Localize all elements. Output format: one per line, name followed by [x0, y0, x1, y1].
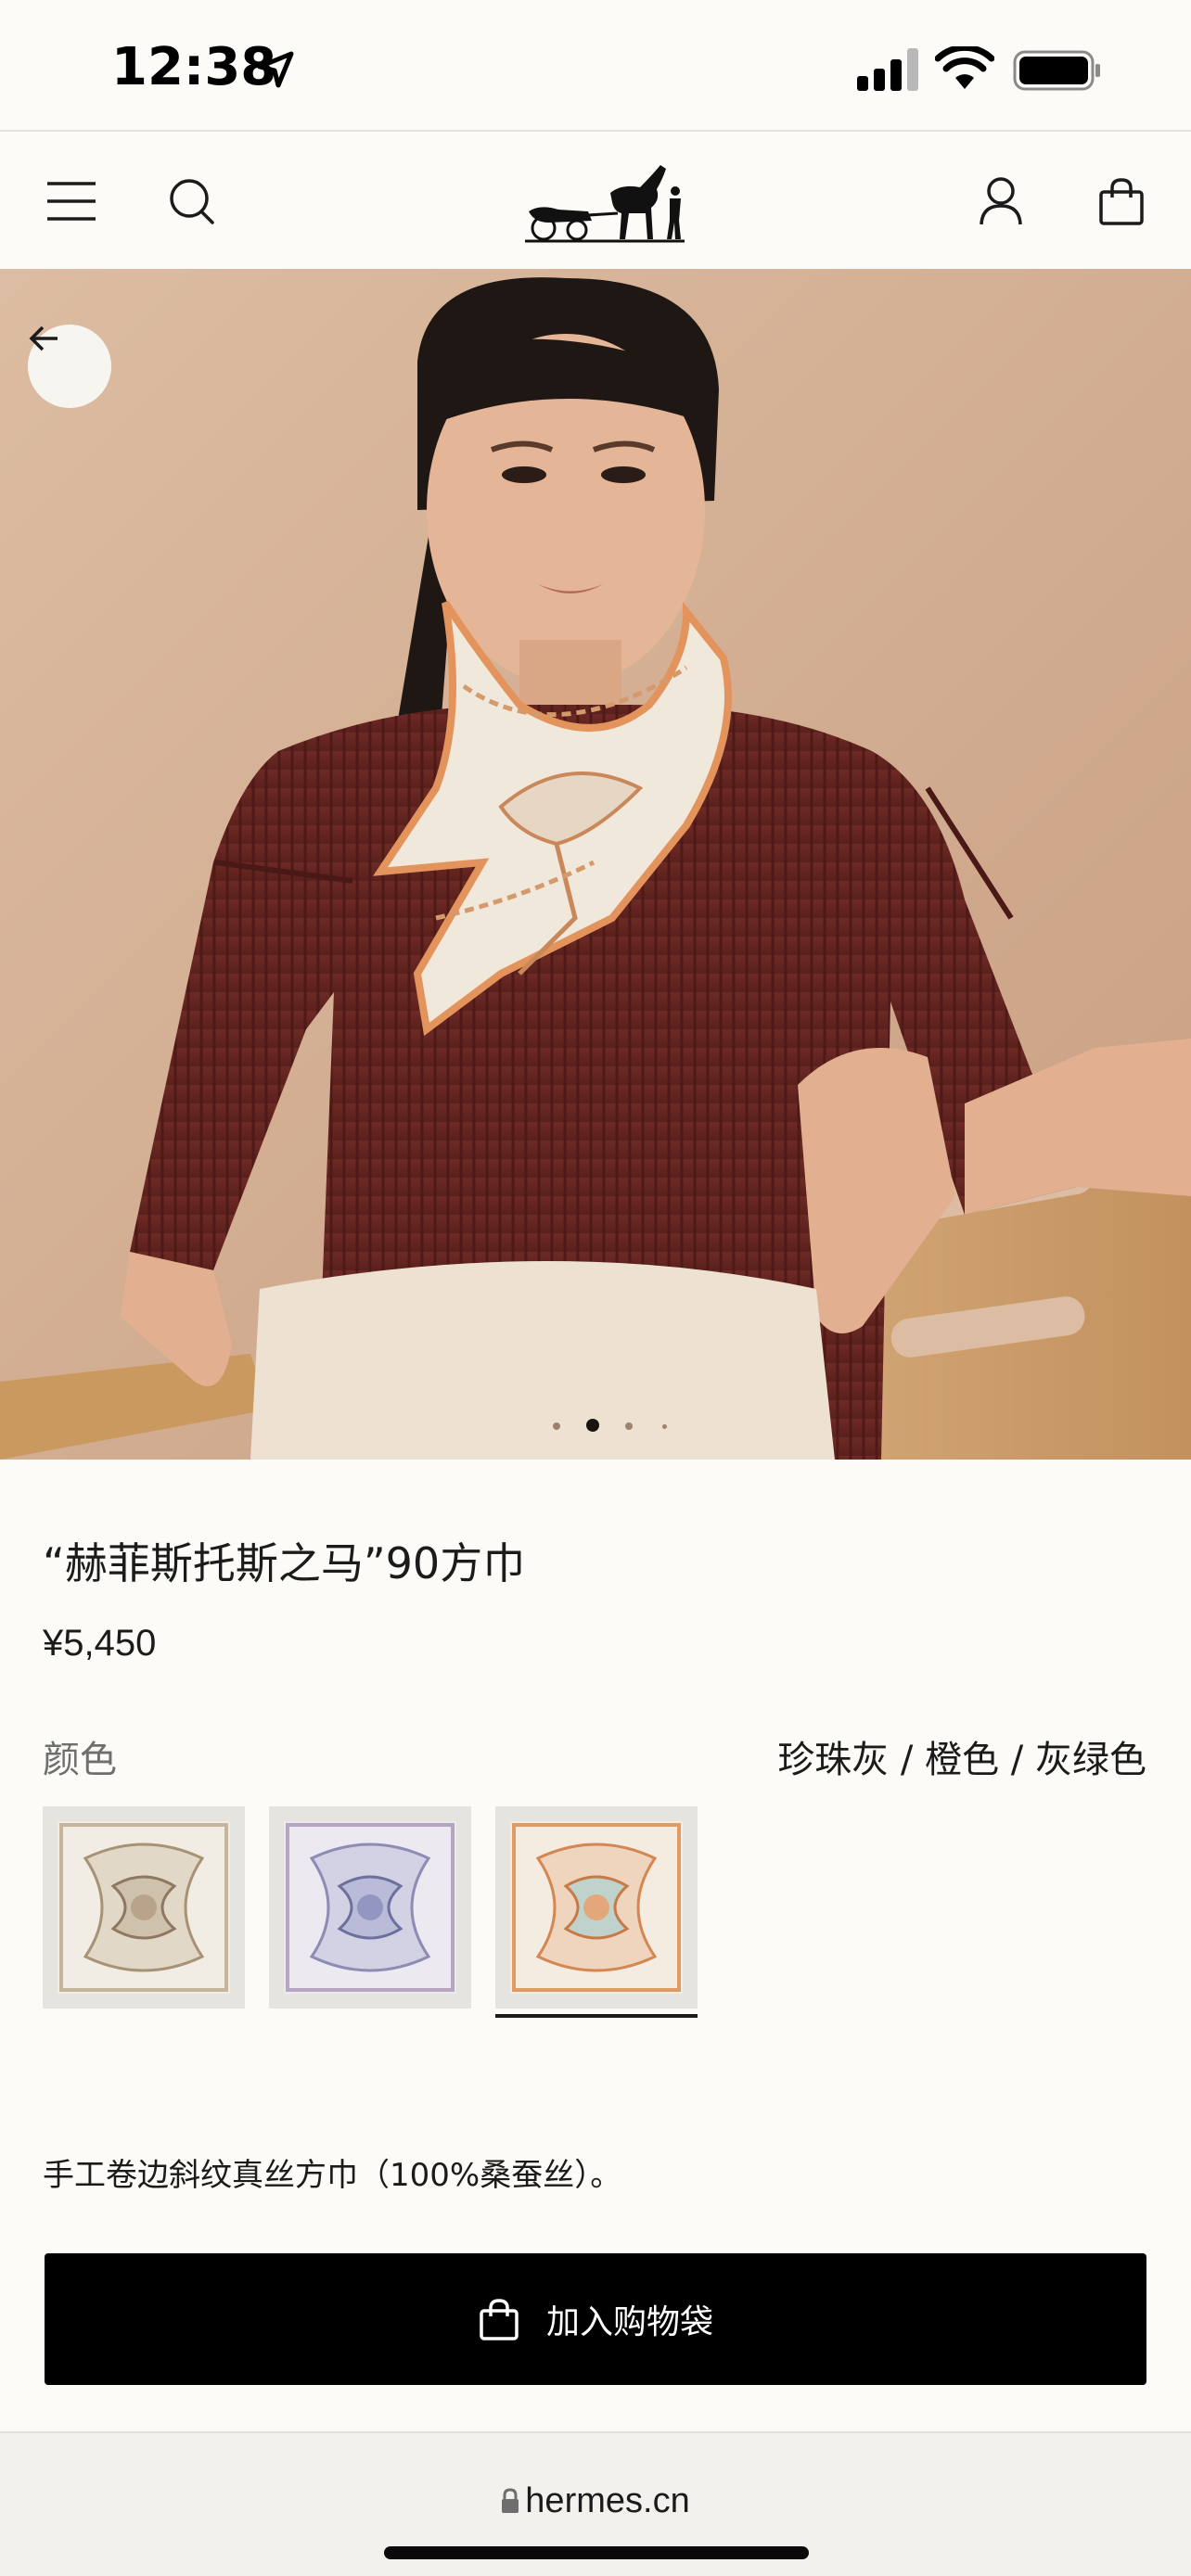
search-button[interactable] [160, 169, 224, 234]
add-to-bag-label: 加入购物袋 [545, 2303, 713, 2341]
shopping-bag-icon [480, 2299, 519, 2340]
status-bar: 12:38 [0, 0, 1191, 130]
location-arrow-icon [257, 51, 294, 88]
battery-icon [1013, 50, 1100, 91]
account-icon [980, 177, 1022, 225]
browser-address-bar: hermes.cn [0, 2431, 1191, 2576]
search-icon [170, 179, 214, 224]
home-indicator[interactable] [384, 2546, 809, 2559]
url-text: hermes.cn [525, 2481, 690, 2520]
shopping-bag-icon [1099, 178, 1144, 225]
product-title: “赫菲斯托斯之马”90方巾 [43, 1538, 526, 1588]
color-label: 颜色 [43, 1739, 117, 1781]
arrow-left-icon [29, 325, 58, 351]
hermes-logo[interactable] [521, 156, 688, 249]
product-price: ¥5,450 [43, 1623, 157, 1664]
color-swatch-1[interactable] [43, 1806, 245, 2009]
scarf-thumbnail-blue [284, 1821, 456, 1994]
menu-button[interactable] [39, 169, 104, 234]
shopping-bag-button[interactable] [1089, 169, 1154, 234]
color-swatch-2[interactable] [269, 1806, 471, 2009]
gallery-dot-1[interactable] [553, 1422, 560, 1430]
url-field[interactable]: hermes.cn [0, 2481, 1191, 2521]
menu-icon [47, 182, 96, 221]
product-image-gallery[interactable] [0, 269, 1191, 1460]
color-swatch-list [43, 1806, 785, 2020]
cellular-signal-icon [857, 48, 918, 91]
gallery-dot-3[interactable] [625, 1422, 633, 1430]
lock-icon [502, 2488, 519, 2513]
site-header [0, 130, 1191, 269]
gallery-pagination [551, 1417, 681, 1435]
gallery-dot-4[interactable] [662, 1424, 667, 1429]
account-button[interactable] [968, 169, 1033, 234]
scarf-thumbnail-gray [58, 1821, 230, 1994]
wifi-icon [935, 46, 994, 89]
add-to-bag-button[interactable]: 加入购物袋 [45, 2253, 1146, 2385]
scarf-thumbnail-orange [510, 1821, 683, 1994]
back-button[interactable] [28, 325, 111, 408]
gallery-dot-2[interactable] [586, 1419, 599, 1432]
color-swatch-3[interactable] [495, 1806, 698, 2018]
product-photo [0, 269, 1191, 1460]
product-description: 手工卷边斜纹真丝方巾（100%桑蚕丝）。 [43, 2157, 622, 2194]
selected-color-names: 珍珠灰 / 橙色 / 灰绿色 [777, 1739, 1146, 1781]
